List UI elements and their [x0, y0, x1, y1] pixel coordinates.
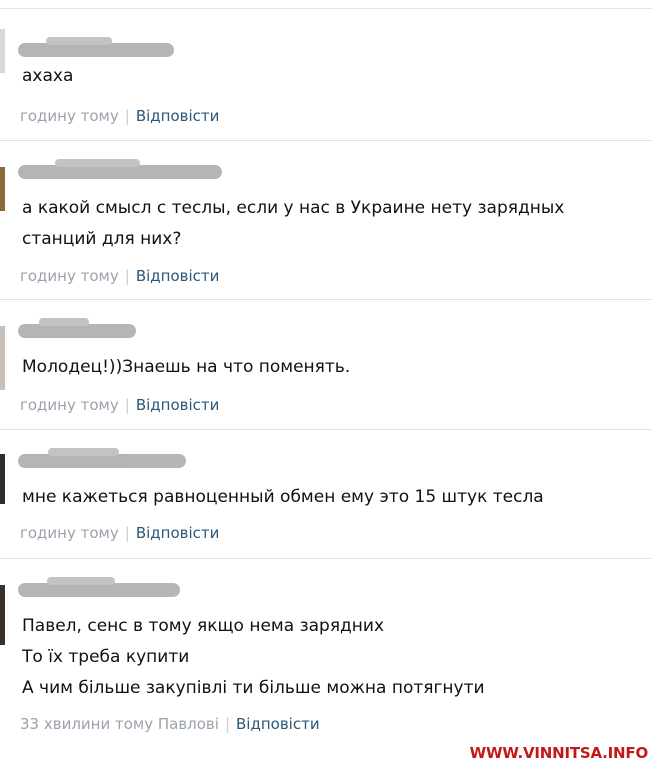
comment-time[interactable]: годину тому: [20, 524, 119, 542]
comment-meta: годину тому | Відповісти: [20, 524, 219, 542]
avatar[interactable]: [0, 454, 5, 504]
reply-link[interactable]: Відповісти: [136, 107, 220, 125]
avatar[interactable]: [0, 29, 5, 73]
meta-separator: |: [224, 715, 231, 733]
comment: Павел, сенс в тому якщо нема зарядних То…: [0, 559, 652, 749]
reply-link[interactable]: Відповісти: [136, 396, 220, 414]
reply-link[interactable]: Відповісти: [136, 524, 220, 542]
site-watermark: WWW.VINNITSA.INFO: [469, 744, 649, 762]
comment-meta: 33 хвилини тому Павлові | Відповісти: [20, 715, 320, 733]
comment-text: мне кажеться равноценный обмен ему это 1…: [22, 482, 544, 513]
author-name-redacted: [18, 318, 136, 338]
author-name-redacted: [18, 448, 186, 468]
comment: ахаха годину тому | Відповісти: [0, 9, 652, 141]
comment-text: Молодец!))Знаешь на что поменять.: [22, 352, 350, 383]
comment-line: а какой смысл с теслы, если у нас в Укра…: [22, 198, 565, 218]
comment-time[interactable]: годину тому: [20, 107, 119, 125]
meta-separator: |: [124, 267, 130, 285]
comment-meta: годину тому | Відповісти: [20, 107, 219, 125]
comment-line: Молодец!))Знаешь на что поменять.: [22, 357, 351, 377]
avatar[interactable]: [0, 585, 5, 645]
author-name-redacted: [18, 159, 222, 179]
comment-text: Павел, сенс в тому якщо нема зарядних То…: [22, 611, 485, 704]
meta-separator: |: [124, 396, 130, 414]
avatar[interactable]: [0, 326, 5, 390]
comment-meta: годину тому | Відповісти: [20, 267, 219, 285]
reply-link[interactable]: Відповісти: [136, 267, 220, 285]
reply-link[interactable]: Відповісти: [236, 715, 320, 733]
author-name-redacted: [18, 577, 180, 597]
comment: мне кажеться равноценный обмен ему это 1…: [0, 430, 652, 559]
comment-line: А чим більше закупівлі ти більше можна п…: [22, 678, 485, 698]
comment-time[interactable]: годину тому: [20, 396, 119, 414]
comment-line: Павел, сенс в тому якщо нема зарядних: [22, 616, 385, 636]
meta-separator: |: [124, 524, 130, 542]
meta-separator: |: [124, 107, 130, 125]
comment-meta: годину тому | Відповісти: [20, 396, 219, 414]
comment-line: мне кажеться равноценный обмен ему это 1…: [22, 487, 544, 507]
comment: а какой смысл с теслы, если у нас в Укра…: [0, 141, 652, 300]
comment-text: а какой смысл с теслы, если у нас в Укра…: [22, 193, 564, 255]
comment-text: ахаха: [22, 61, 73, 92]
comments-feed: ахаха годину тому | Відповісти а какой смы…: [0, 0, 658, 768]
author-name-redacted: [18, 37, 174, 57]
comment-line: станций для них?: [22, 229, 182, 249]
comment-line: То їх треба купити: [22, 647, 190, 667]
avatar[interactable]: [0, 167, 5, 211]
comment-time[interactable]: 33 хвилини тому Павлові: [20, 715, 219, 733]
comment-line: ахаха: [22, 66, 74, 86]
comment-time[interactable]: годину тому: [20, 267, 119, 285]
comment: Молодец!))Знаешь на что поменять. годину…: [0, 300, 652, 430]
